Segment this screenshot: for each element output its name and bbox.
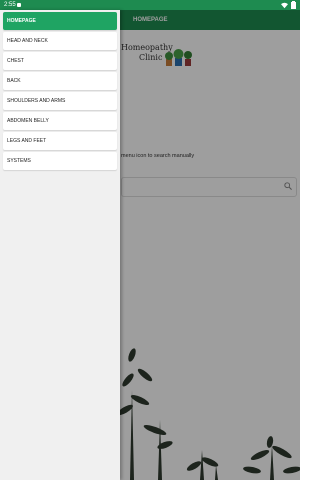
wifi-icon	[281, 2, 288, 8]
notification-icon	[17, 3, 21, 7]
menu-item-legs-and-feet[interactable]: LEGS AND FEET	[3, 132, 117, 150]
menu-item-chest[interactable]: CHEST	[3, 52, 117, 70]
drawer-menu: HOMEPAGE HEAD AND NECK CHEST BACK SHOULD…	[3, 12, 117, 170]
status-bar: 2:55	[0, 0, 300, 10]
nav-drawer: HOMEPAGE HEAD AND NECK CHEST BACK SHOULD…	[0, 10, 120, 480]
battery-icon	[291, 1, 296, 9]
status-icons	[281, 1, 296, 9]
menu-item-systems[interactable]: SYSTEMS	[3, 152, 117, 170]
menu-item-shoulders-and-arms[interactable]: SHOULDERS AND ARMS	[3, 92, 117, 110]
menu-item-head-and-neck[interactable]: HEAD AND NECK	[3, 32, 117, 50]
menu-item-abdomen-belly[interactable]: ABDOMEN BELLY	[3, 112, 117, 130]
menu-item-homepage[interactable]: HOMEPAGE	[3, 12, 117, 30]
status-time: 2:55	[4, 2, 16, 8]
menu-item-back[interactable]: BACK	[3, 72, 117, 90]
